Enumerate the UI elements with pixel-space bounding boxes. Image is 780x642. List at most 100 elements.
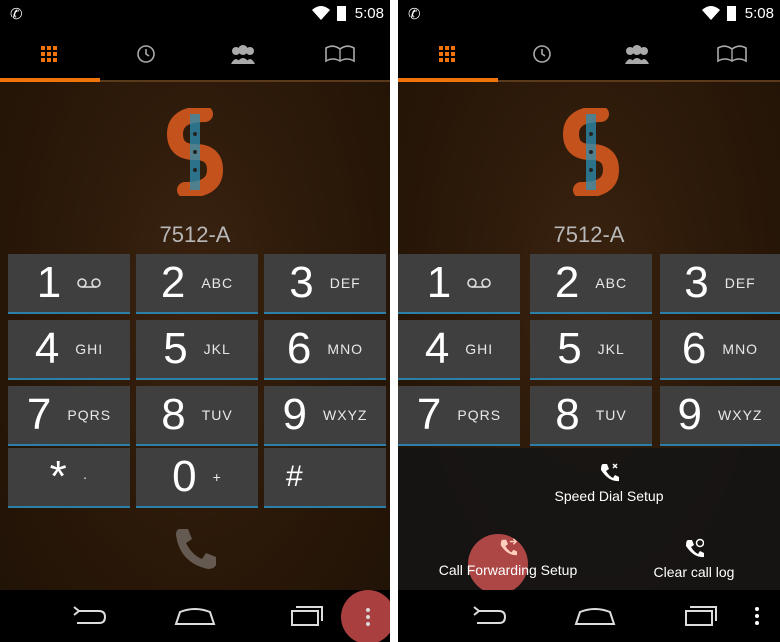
key-letters: ABC <box>595 275 628 291</box>
tab-bar <box>0 28 390 80</box>
key-8[interactable]: 8 TUV <box>136 386 258 446</box>
tab-recent[interactable] <box>493 28 590 80</box>
voicemail-icon <box>467 278 492 288</box>
key-3[interactable]: 3 DEF <box>660 254 780 314</box>
clear-call-log-item[interactable]: Clear call log <box>634 538 754 580</box>
key-3[interactable]: 3 DEF <box>264 254 386 314</box>
home-button[interactable] <box>570 598 620 634</box>
key-1[interactable]: 1 <box>8 254 130 314</box>
back-button[interactable] <box>64 598 114 634</box>
call-forwarding-setup-item[interactable]: Call Forwarding Setup <box>418 538 598 578</box>
key-digit: 2 <box>160 258 186 307</box>
key-6[interactable]: 6 MNO <box>264 320 386 380</box>
tab-address-book[interactable] <box>683 28 780 80</box>
battery-icon <box>337 6 346 21</box>
app-logo-icon <box>562 108 620 196</box>
key-letters: PQRS <box>67 407 112 423</box>
key-digit: 1 <box>36 258 62 307</box>
dialpad-icon <box>438 46 455 62</box>
dialed-number: 7512-A <box>553 222 625 247</box>
key-digit: 7 <box>26 390 52 439</box>
active-tab-indicator <box>0 78 100 82</box>
recent-apps-icon <box>291 606 323 626</box>
tab-recent[interactable] <box>97 28 194 80</box>
key-7[interactable]: 7 PQRS <box>398 386 520 446</box>
key-letters: · <box>82 469 89 485</box>
clear-call-log-icon <box>686 538 704 558</box>
call-status-icon: ✆ <box>10 6 23 23</box>
tab-contacts[interactable] <box>588 28 685 80</box>
key-letters: + <box>212 469 222 485</box>
recent-clock-icon <box>532 45 551 63</box>
status-bar: ✆ 5:08 <box>398 0 780 28</box>
key-digit: 9 <box>677 390 703 439</box>
contacts-icon <box>624 45 649 64</box>
key-8[interactable]: 8 TUV <box>530 386 652 446</box>
address-book-icon <box>324 45 355 63</box>
tab-dialpad[interactable] <box>398 28 495 80</box>
key-5[interactable]: 5 JKL <box>136 320 258 380</box>
key-digit: * <box>49 452 67 501</box>
key-letters: TUV <box>595 407 627 423</box>
key-5[interactable]: 5 JKL <box>530 320 652 380</box>
dialpad-icon <box>40 46 57 62</box>
contacts-icon <box>230 45 255 64</box>
key-digit: 2 <box>554 258 580 307</box>
key-digit: 8 <box>161 390 186 439</box>
key-4[interactable]: 4 GHI <box>8 320 130 380</box>
call-forwarding-label: Call Forwarding Setup <box>438 562 578 578</box>
key-7[interactable]: 7 PQRS <box>8 386 130 446</box>
speed-dial-label: Speed Dial Setup <box>554 488 664 504</box>
key-0[interactable]: 0 + <box>136 448 258 508</box>
key-digit: 1 <box>426 258 452 307</box>
tab-address-book[interactable] <box>291 28 388 80</box>
wifi-icon <box>702 6 720 20</box>
key-letters: DEF <box>724 275 756 291</box>
key-digit: 0 <box>172 452 197 501</box>
home-button[interactable] <box>170 598 220 634</box>
key-digit: 3 <box>684 258 709 307</box>
key-digit: 5 <box>163 324 188 373</box>
tab-contacts[interactable] <box>194 28 291 80</box>
key-letters: GHI <box>75 341 104 357</box>
battery-icon <box>727 6 736 21</box>
speed-dial-setup-item[interactable]: Speed Dial Setup <box>524 462 694 504</box>
status-bar: ✆ 5:08 <box>0 0 390 28</box>
overflow-menu-button[interactable] <box>742 598 772 634</box>
speed-dial-icon <box>601 463 619 482</box>
back-button[interactable] <box>464 598 514 634</box>
key-digit: # <box>286 460 303 493</box>
navigation-bar <box>0 590 390 642</box>
key-star[interactable]: * · <box>8 448 130 508</box>
overflow-menu: Speed Dial Setup Call Forwarding Setup C… <box>398 448 780 594</box>
key-1[interactable]: 1 <box>398 254 520 314</box>
key-letters: TUV <box>201 407 233 423</box>
navigation-bar <box>398 590 780 642</box>
wifi-icon <box>312 6 330 20</box>
key-hash[interactable]: # <box>264 448 386 508</box>
key-letters: GHI <box>465 341 494 357</box>
status-time: 5:08 <box>744 5 774 22</box>
address-book-icon <box>716 45 747 63</box>
overflow-menu-button[interactable] <box>341 590 390 642</box>
call-button[interactable] <box>170 525 220 571</box>
key-2[interactable]: 2 ABC <box>530 254 652 314</box>
key-4[interactable]: 4 GHI <box>398 320 520 380</box>
tab-dialpad[interactable] <box>0 28 97 80</box>
back-icon <box>73 606 107 624</box>
key-letters: WXYZ <box>323 407 368 423</box>
key-9[interactable]: 9 WXYZ <box>660 386 780 446</box>
key-9[interactable]: 9 WXYZ <box>264 386 386 446</box>
recents-button[interactable] <box>676 598 726 634</box>
key-2[interactable]: 2 ABC <box>136 254 258 314</box>
key-digit: 4 <box>34 324 60 373</box>
recents-button[interactable] <box>282 598 332 634</box>
key-letters: PQRS <box>457 407 502 423</box>
key-digit: 7 <box>416 390 442 439</box>
key-letters: ABC <box>201 275 234 291</box>
status-time: 5:08 <box>354 5 384 22</box>
dialed-number: 7512-A <box>159 222 231 247</box>
back-icon <box>473 606 507 624</box>
overflow-menu-icon <box>366 608 370 626</box>
key-6[interactable]: 6 MNO <box>660 320 780 380</box>
